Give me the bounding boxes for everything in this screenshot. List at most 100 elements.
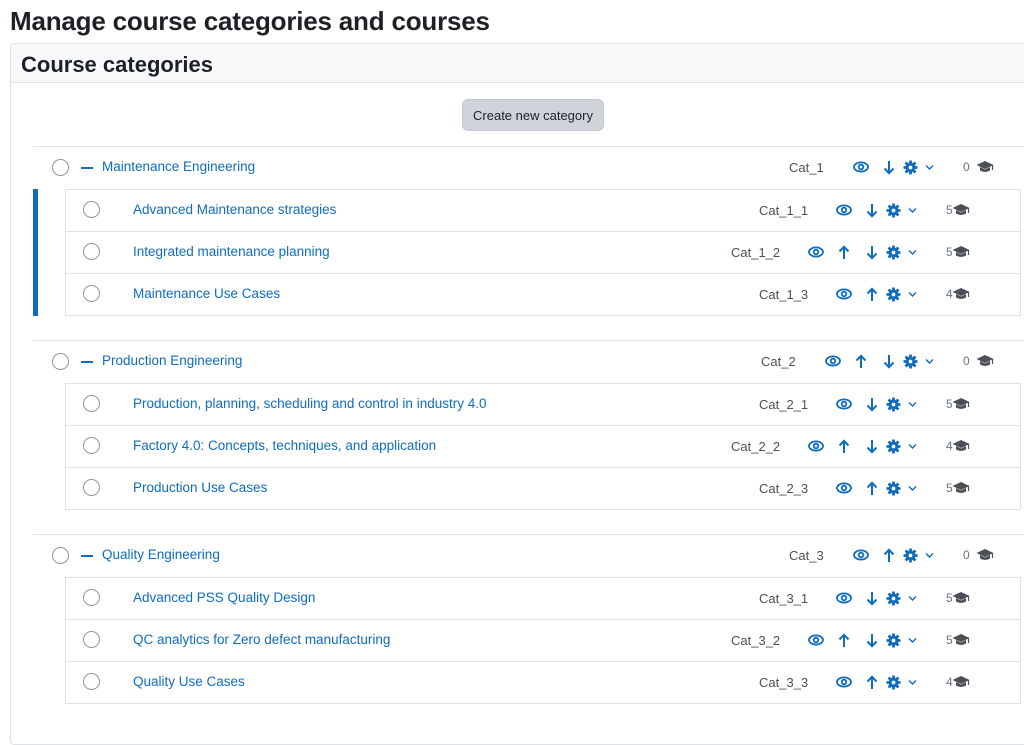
visibility-eye-icon[interactable] (836, 286, 852, 302)
move-up-arrow-icon[interactable] (838, 245, 850, 260)
select-checkbox[interactable] (83, 395, 100, 412)
move-down-arrow-icon[interactable] (866, 203, 878, 218)
chevron-down-icon[interactable] (925, 358, 934, 365)
visibility-eye-icon[interactable] (853, 159, 869, 175)
visibility-eye-icon[interactable] (836, 674, 852, 690)
course-count: 0 (963, 354, 970, 368)
subcategory-idnumber: Cat_2_1 (759, 397, 809, 412)
settings-gear-icon[interactable] (886, 245, 901, 260)
chevron-down-icon[interactable] (925, 164, 934, 171)
move-up-arrow-icon[interactable] (838, 439, 850, 454)
chevron-down-icon[interactable] (925, 552, 934, 559)
settings-gear-icon[interactable] (886, 633, 901, 648)
settings-gear-icon[interactable] (886, 287, 901, 302)
move-up-arrow-icon[interactable] (883, 548, 895, 563)
select-checkbox[interactable] (52, 353, 69, 370)
move-up-arrow-icon[interactable] (838, 633, 850, 648)
chevron-down-icon[interactable] (908, 595, 917, 602)
settings-gear-icon[interactable] (903, 548, 918, 563)
subcategory-name-link[interactable]: Production, planning, scheduling and con… (133, 396, 486, 411)
minus-collapse-icon[interactable] (81, 354, 93, 368)
subcategory-name-link[interactable]: Advanced Maintenance strategies (133, 202, 336, 217)
subcategory-row: Production, planning, scheduling and con… (66, 384, 1020, 425)
select-checkbox[interactable] (83, 589, 100, 606)
select-checkbox[interactable] (83, 437, 100, 454)
visibility-eye-icon[interactable] (836, 480, 852, 496)
category-name-link[interactable]: Quality Engineering (102, 547, 220, 562)
move-up-arrow-icon[interactable] (866, 481, 878, 496)
settings-gear-icon[interactable] (886, 439, 901, 454)
settings-gear-icon[interactable] (886, 397, 901, 412)
subcategory-name-link[interactable]: QC analytics for Zero defect manufacturi… (133, 632, 390, 647)
select-checkbox[interactable] (83, 201, 100, 218)
select-checkbox[interactable] (52, 159, 69, 176)
category-row: Maintenance Engineering Cat_1 0 (33, 146, 1024, 189)
move-up-arrow-icon[interactable] (866, 287, 878, 302)
subcategory-idnumber: Cat_2_3 (759, 481, 809, 496)
settings-gear-icon[interactable] (903, 354, 918, 369)
settings-gear-icon[interactable] (886, 481, 901, 496)
chevron-down-icon[interactable] (908, 291, 917, 298)
category-name-link[interactable]: Maintenance Engineering (102, 159, 255, 174)
subcategory-idnumber: Cat_3_3 (759, 675, 809, 690)
graduation-cap-icon (952, 481, 970, 495)
select-checkbox[interactable] (52, 547, 69, 564)
subcategory-idnumber: Cat_1_1 (759, 203, 809, 218)
subcategory-row: Factory 4.0: Concepts, techniques, and a… (66, 425, 1020, 467)
select-checkbox[interactable] (83, 479, 100, 496)
subcategory-row: QC analytics for Zero defect manufacturi… (66, 619, 1020, 661)
visibility-eye-icon[interactable] (808, 438, 824, 454)
visibility-eye-icon[interactable] (836, 396, 852, 412)
move-up-arrow-icon[interactable] (855, 354, 867, 369)
move-down-arrow-icon[interactable] (883, 160, 895, 175)
chevron-down-icon[interactable] (908, 443, 917, 450)
subcategory-name-link[interactable]: Production Use Cases (133, 480, 267, 495)
settings-gear-icon[interactable] (886, 203, 901, 218)
visibility-eye-icon[interactable] (825, 353, 841, 369)
visibility-eye-icon[interactable] (836, 202, 852, 218)
select-checkbox[interactable] (83, 673, 100, 690)
move-down-arrow-icon[interactable] (866, 439, 878, 454)
chevron-down-icon[interactable] (908, 679, 917, 686)
visibility-eye-icon[interactable] (853, 547, 869, 563)
minus-collapse-icon[interactable] (81, 548, 93, 562)
graduation-cap-icon (976, 160, 994, 174)
settings-gear-icon[interactable] (886, 675, 901, 690)
visibility-eye-icon[interactable] (808, 632, 824, 648)
category-idnumber: Cat_2 (761, 354, 796, 369)
move-up-arrow-icon[interactable] (866, 675, 878, 690)
subcategory-name-link[interactable]: Maintenance Use Cases (133, 286, 280, 301)
settings-gear-icon[interactable] (886, 591, 901, 606)
subcategory-name-link[interactable]: Quality Use Cases (133, 674, 245, 689)
move-down-arrow-icon[interactable] (866, 591, 878, 606)
chevron-down-icon[interactable] (908, 207, 917, 214)
chevron-down-icon[interactable] (908, 401, 917, 408)
visibility-eye-icon[interactable] (836, 590, 852, 606)
select-checkbox[interactable] (83, 631, 100, 648)
subcategory-row: Production Use Cases Cat_2_3 5 (66, 467, 1020, 509)
subcategory-name-link[interactable]: Advanced PSS Quality Design (133, 590, 315, 605)
select-checkbox[interactable] (83, 243, 100, 260)
settings-gear-icon[interactable] (903, 160, 918, 175)
create-new-category-button[interactable]: Create new category (462, 99, 604, 131)
subcategory-name-link[interactable]: Integrated maintenance planning (133, 244, 330, 259)
select-checkbox[interactable] (83, 285, 100, 302)
subcategory-list: Advanced Maintenance strategies Cat_1_1 5 I… (65, 189, 1021, 316)
chevron-down-icon[interactable] (908, 485, 917, 492)
visibility-eye-icon[interactable] (808, 244, 824, 260)
category-item: Production Engineering Cat_2 0 Production, … (33, 340, 1024, 510)
graduation-cap-icon (952, 633, 970, 647)
subcategory-row: Maintenance Use Cases Cat_1_3 4 (66, 273, 1020, 315)
move-down-arrow-icon[interactable] (866, 397, 878, 412)
chevron-down-icon[interactable] (908, 637, 917, 644)
category-name-link[interactable]: Production Engineering (102, 353, 242, 368)
subcategory-row: Integrated maintenance planning Cat_1_2 5 (66, 231, 1020, 273)
chevron-down-icon[interactable] (908, 249, 917, 256)
move-down-arrow-icon[interactable] (866, 245, 878, 260)
move-down-arrow-icon[interactable] (883, 354, 895, 369)
subcategory-row: Advanced Maintenance strategies Cat_1_1 5 (66, 190, 1020, 231)
minus-collapse-icon[interactable] (81, 160, 93, 174)
subcategory-name-link[interactable]: Factory 4.0: Concepts, techniques, and a… (133, 438, 436, 453)
category-row: Production Engineering Cat_2 0 (33, 340, 1024, 383)
move-down-arrow-icon[interactable] (866, 633, 878, 648)
